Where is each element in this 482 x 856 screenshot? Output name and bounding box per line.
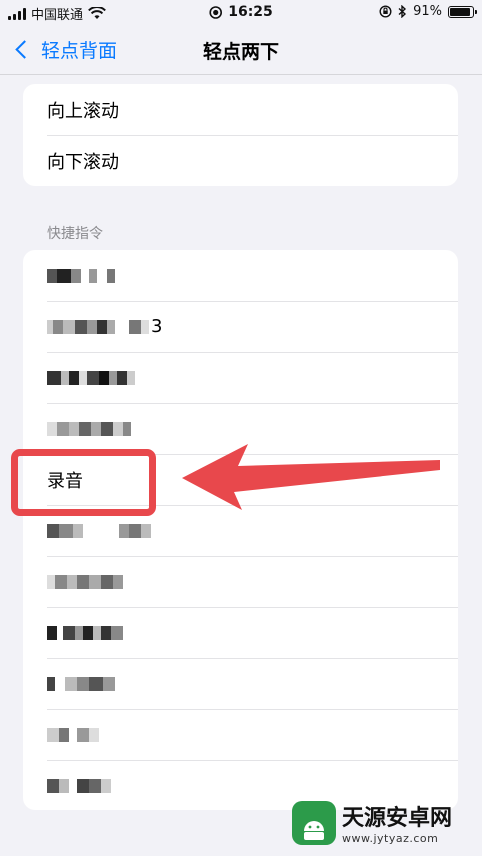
pixelated-label (47, 573, 123, 591)
shortcut-item-7[interactable] (23, 556, 458, 607)
shortcut-item-2[interactable]: 3 (23, 301, 458, 352)
list-item-scroll-down[interactable]: 向下滚动 (23, 135, 458, 186)
page-title: 轻点两下 (202, 41, 279, 63)
pixelated-label (47, 726, 99, 744)
list-item-label: 向下滚动 (47, 151, 119, 173)
shortcut-item-2-suffix: 3 (151, 316, 163, 337)
pixelated-label (47, 777, 111, 795)
navigation-bar: 轻点背面 轻点两下 (0, 26, 482, 75)
status-right: 91% (379, 4, 477, 19)
status-bar: 中国联通 16:25 91% (0, 0, 482, 26)
shortcut-item-9[interactable] (23, 658, 458, 709)
list-item-scroll-up[interactable]: 向上滚动 (23, 84, 458, 135)
section-header-shortcuts: 快捷指令 (47, 226, 103, 242)
pixelated-label (47, 369, 135, 387)
orientation-lock-icon (379, 5, 392, 18)
carrier-name: 中国联通 (31, 8, 84, 23)
pixelated-label (47, 267, 115, 285)
red-arrow-icon (182, 444, 440, 510)
highlight-box (11, 449, 156, 516)
pixelated-label (47, 420, 131, 438)
shortcuts-group: 3 录音 (23, 250, 458, 810)
status-left: 中国联通 (8, 4, 106, 23)
status-time: 16:25 (228, 4, 273, 20)
pixelated-label (47, 522, 151, 540)
shortcut-item-10[interactable] (23, 709, 458, 760)
shortcut-item-1[interactable] (23, 250, 458, 301)
android-logo-icon (292, 800, 336, 845)
cellular-signal-icon (8, 7, 26, 20)
pixelated-label (47, 675, 115, 693)
pixelated-label (47, 318, 149, 336)
watermark-url: www.jytyaz.com (342, 832, 439, 845)
watermark-name: 天源安卓网 (342, 806, 453, 831)
battery-percent: 91% (413, 4, 442, 19)
battery-icon (448, 5, 477, 18)
watermark: 天源安卓网 www.jytyaz.com (292, 800, 452, 845)
wifi-icon (88, 7, 106, 19)
screen-recording-icon (209, 5, 223, 19)
shortcut-item-3[interactable] (23, 352, 458, 403)
bluetooth-icon (398, 5, 407, 18)
shortcut-item-8[interactable] (23, 607, 458, 658)
watermark-text: 天源安卓网 www.jytyaz.com (342, 800, 452, 845)
pixelated-label (47, 624, 123, 642)
status-center: 16:25 (209, 4, 273, 20)
list-item-label: 向上滚动 (47, 100, 119, 122)
scroll-actions-group: 向上滚动 向下滚动 (23, 84, 458, 186)
